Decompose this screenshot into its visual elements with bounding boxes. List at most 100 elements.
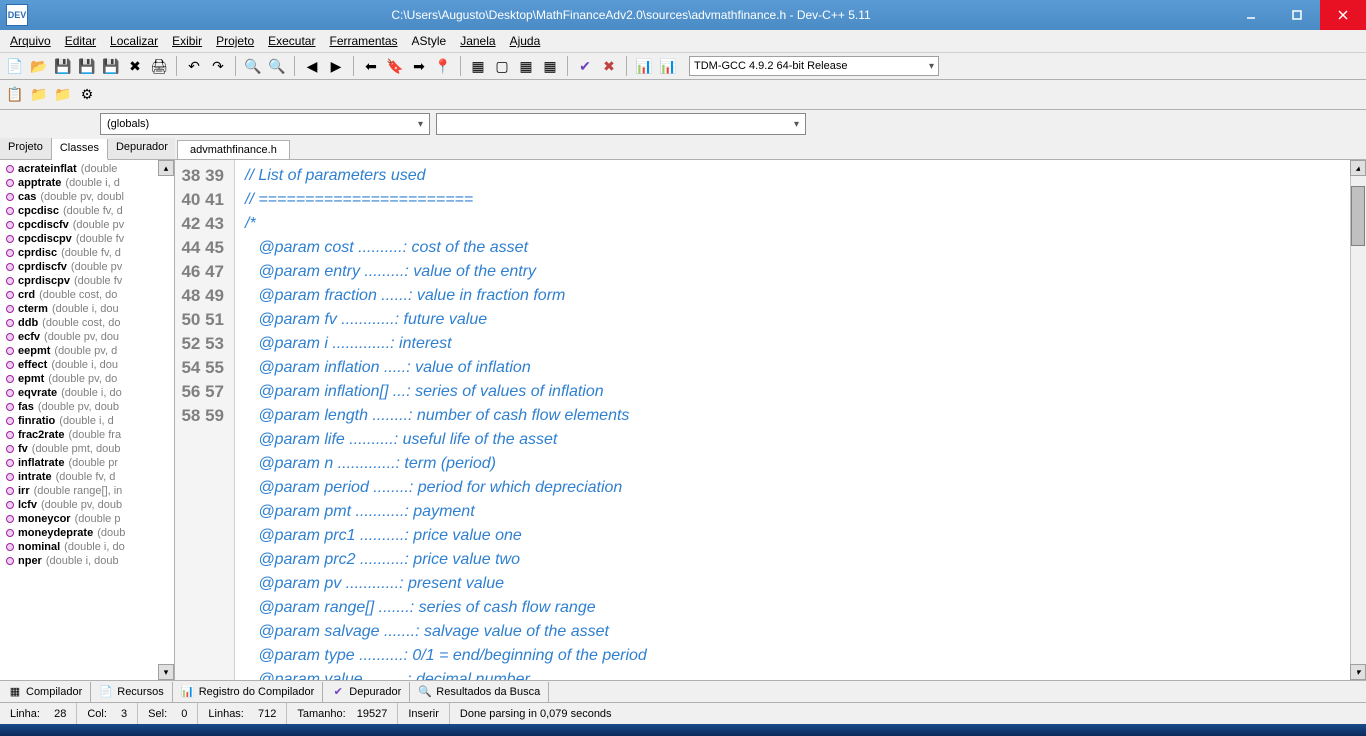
menu-localizar[interactable]: Localizar [104,32,164,50]
back-icon[interactable]: ◀ [301,55,323,77]
bookmark-toggle-icon[interactable]: 🔖 [384,55,406,77]
class-item[interactable]: crd (double cost, do [0,288,174,302]
save-as-icon[interactable]: 💾 [100,55,122,77]
redo-icon[interactable]: ↷ [207,55,229,77]
menu-projeto[interactable]: Projeto [210,32,260,50]
goto-icon[interactable]: 📍 [432,55,454,77]
method-icon [6,249,14,257]
code-content[interactable]: // List of parameters used // ==========… [235,160,1366,680]
class-item[interactable]: cterm (double i, dou [0,302,174,316]
class-item[interactable]: epmt (double pv, do [0,372,174,386]
run-icon[interactable]: ▢ [491,55,513,77]
tab-classes[interactable]: Classes [52,139,108,160]
menu-astyle[interactable]: AStyle [406,32,453,50]
scroll-up-icon[interactable]: ▴ [1350,160,1366,176]
scroll-up-icon[interactable]: ▴ [158,160,174,176]
scope-select[interactable]: (globals) ▾ [100,113,430,135]
bookmark-prev-icon[interactable]: ⬅ [360,55,382,77]
minimize-button[interactable] [1228,0,1274,30]
tab-depurador-bottom[interactable]: ✔Depurador [323,682,410,702]
class-item[interactable]: moneydeprate (doub [0,526,174,540]
class-item[interactable]: apptrate (double i, d [0,176,174,190]
save-all-icon[interactable]: 💾 [76,55,98,77]
class-item[interactable]: cpcdiscpv (double fv [0,232,174,246]
stop-icon[interactable]: ✖ [598,55,620,77]
class-item[interactable]: ecfv (double pv, dou [0,330,174,344]
replace-icon[interactable]: 🔍 [266,55,288,77]
undo-icon[interactable]: ↶ [183,55,205,77]
scroll-thumb[interactable] [1351,186,1365,246]
debug-icon[interactable]: ✔ [574,55,596,77]
profile-icon[interactable]: 📊 [633,55,655,77]
add-file-icon[interactable]: 📁 [28,84,50,106]
toolbar-separator [567,56,568,76]
class-item[interactable]: cprdisc (double fv, d [0,246,174,260]
tab-compilador[interactable]: ▦Compilador [0,682,91,702]
class-item[interactable]: acrateinflat (double [0,162,174,176]
options-icon[interactable]: ⚙ [76,84,98,106]
class-name: cpcdiscpv [18,233,72,245]
rebuild-icon[interactable]: ▦ [539,55,561,77]
class-item[interactable]: cprdiscfv (double pv [0,260,174,274]
class-item[interactable]: effect (double i, dou [0,358,174,372]
tab-projeto[interactable]: Projeto [0,138,52,159]
class-item[interactable]: lcfv (double pv, doub [0,498,174,512]
class-item[interactable]: fv (double pmt, doub [0,442,174,456]
compile-icon[interactable]: ▦ [467,55,489,77]
scroll-down-icon[interactable]: ▾ [158,664,174,680]
class-item[interactable]: irr (double range[], in [0,484,174,498]
class-item[interactable]: cpcdiscfv (double pv [0,218,174,232]
menu-executar[interactable]: Executar [262,32,321,50]
class-item[interactable]: finratio (double i, d [0,414,174,428]
new-project-icon[interactable]: 📋 [4,84,26,106]
close-button[interactable] [1320,0,1366,30]
class-item[interactable]: cas (double pv, doubl [0,190,174,204]
tab-recursos[interactable]: 📄Recursos [91,682,172,702]
code-editor[interactable]: 38 39 40 41 42 43 44 45 46 47 48 49 50 5… [175,160,1366,680]
scroll-down-icon[interactable]: ▾ [1350,664,1366,680]
find-icon[interactable]: 🔍 [242,55,264,77]
tab-registro[interactable]: 📊Registro do Compilador [173,682,324,702]
new-file-icon[interactable]: 📄 [4,55,26,77]
method-icon [6,361,14,369]
compile-run-icon[interactable]: ▦ [515,55,537,77]
bookmark-next-icon[interactable]: ➡ [408,55,430,77]
class-item[interactable]: cpcdisc (double fv, d [0,204,174,218]
tab-depurador[interactable]: Depurador [108,138,177,159]
tab-resultados[interactable]: 🔍Resultados da Busca [410,682,549,702]
class-item[interactable]: nper (double i, doub [0,554,174,568]
class-list[interactable]: ▴ ▾ acrateinflat (doubleapptrate (double… [0,160,174,680]
menu-janela[interactable]: Janela [454,32,501,50]
class-item[interactable]: intrate (double fv, d [0,470,174,484]
print-icon[interactable]: 🖨 [148,55,170,77]
class-name: epmt [18,373,44,385]
class-item[interactable]: frac2rate (double fra [0,428,174,442]
forward-icon[interactable]: ▶ [325,55,347,77]
menu-exibir[interactable]: Exibir [166,32,208,50]
class-item[interactable]: inflatrate (double pr [0,456,174,470]
save-icon[interactable]: 💾 [52,55,74,77]
compiler-select-value: TDM-GCC 4.9.2 64-bit Release [694,60,847,72]
editor-scrollbar[interactable]: ▴ ▾ [1350,160,1366,680]
profile2-icon[interactable]: 📊 [657,55,679,77]
class-item[interactable]: eepmt (double pv, d [0,344,174,358]
class-item[interactable]: moneycor (double p [0,512,174,526]
maximize-button[interactable] [1274,0,1320,30]
open-icon[interactable]: 📂 [28,55,50,77]
compiler-select[interactable]: TDM-GCC 4.9.2 64-bit Release ▾ [689,56,939,76]
class-item[interactable]: cprdiscpv (double fv [0,274,174,288]
class-item[interactable]: nominal (double i, do [0,540,174,554]
class-item[interactable]: ddb (double cost, do [0,316,174,330]
close-file-icon[interactable]: ✖ [124,55,146,77]
menu-editar[interactable]: Editar [59,32,102,50]
member-select[interactable]: ▾ [436,113,806,135]
menu-ferramentas[interactable]: Ferramentas [323,32,403,50]
class-item[interactable]: fas (double pv, doub [0,400,174,414]
menu-ajuda[interactable]: Ajuda [504,32,547,50]
file-tab-advmathfinance[interactable]: advmathfinance.h [177,140,290,159]
toolbar-separator [626,56,627,76]
menu-arquivo[interactable]: Arquivo [4,32,57,50]
remove-file-icon[interactable]: 📁 [52,84,74,106]
status-line: Linha: 28 [0,703,77,724]
class-item[interactable]: eqvrate (double i, do [0,386,174,400]
